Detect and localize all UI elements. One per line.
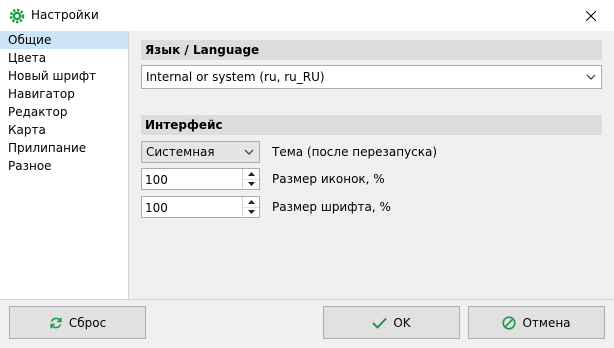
theme-select[interactable]: Системная bbox=[141, 141, 260, 163]
cancel-button-label: Отмена bbox=[522, 315, 571, 330]
theme-label: Тема (после перезапуска) bbox=[272, 145, 438, 159]
settings-category-list[interactable]: Общие Цвета Новый шрифт Навигатор Редакт… bbox=[0, 31, 129, 299]
sidebar-item-snapping[interactable]: Прилипание bbox=[0, 139, 128, 157]
dialog-button-bar: Сброс OK Отмена bbox=[0, 299, 614, 348]
cancel-button[interactable]: Отмена bbox=[468, 306, 605, 339]
font-size-spinbox[interactable] bbox=[141, 196, 260, 219]
interface-section-header: Интерфейс bbox=[141, 115, 602, 135]
window-title: Настройки bbox=[31, 8, 99, 22]
chevron-down-icon bbox=[244, 149, 254, 155]
chevron-down-icon bbox=[586, 74, 596, 80]
title-bar: Настройки bbox=[0, 0, 614, 31]
caret-down-icon bbox=[247, 210, 255, 214]
close-icon bbox=[586, 10, 596, 21]
settings-content: Язык / Language Internal or system (ru, … bbox=[131, 31, 614, 299]
sidebar-item-editor[interactable]: Редактор bbox=[0, 103, 128, 121]
font-size-label: Размер шрифта, % bbox=[272, 200, 391, 214]
sidebar-item-colors[interactable]: Цвета bbox=[0, 49, 128, 67]
close-button[interactable] bbox=[568, 0, 614, 31]
font-size-input[interactable] bbox=[142, 197, 247, 219]
language-select-value: Internal or system (ru, ru_RU) bbox=[146, 70, 325, 84]
caret-up-icon bbox=[247, 200, 255, 204]
sidebar-item-navigator[interactable]: Навигатор bbox=[0, 85, 128, 103]
refresh-icon bbox=[50, 317, 62, 328]
sidebar-item-new-font[interactable]: Новый шрифт bbox=[0, 67, 128, 85]
icon-size-input[interactable] bbox=[142, 169, 247, 191]
caret-down-icon bbox=[247, 182, 255, 186]
ok-button-label: OK bbox=[393, 315, 411, 330]
theme-select-value: Системная bbox=[146, 145, 215, 159]
language-section-header: Язык / Language bbox=[141, 40, 602, 60]
gear-icon bbox=[9, 8, 25, 24]
font-size-spin-buttons bbox=[242, 197, 259, 217]
language-select[interactable]: Internal or system (ru, ru_RU) bbox=[141, 65, 602, 89]
font-size-decrement[interactable] bbox=[243, 207, 259, 217]
sidebar-item-general[interactable]: Общие bbox=[0, 31, 128, 49]
icon-size-spinbox[interactable] bbox=[141, 168, 260, 191]
reset-button[interactable]: Сброс bbox=[9, 306, 146, 339]
icon-size-spin-buttons bbox=[242, 169, 259, 189]
sidebar-item-misc[interactable]: Разное bbox=[0, 157, 128, 175]
icon-size-label: Размер иконок, % bbox=[272, 172, 385, 186]
check-icon bbox=[372, 317, 388, 329]
ok-button[interactable]: OK bbox=[323, 306, 460, 339]
icon-size-decrement[interactable] bbox=[243, 179, 259, 189]
sidebar-item-map[interactable]: Карта bbox=[0, 121, 128, 139]
reset-button-label: Сброс bbox=[68, 315, 107, 330]
caret-up-icon bbox=[247, 172, 255, 176]
cancel-icon bbox=[502, 315, 517, 330]
